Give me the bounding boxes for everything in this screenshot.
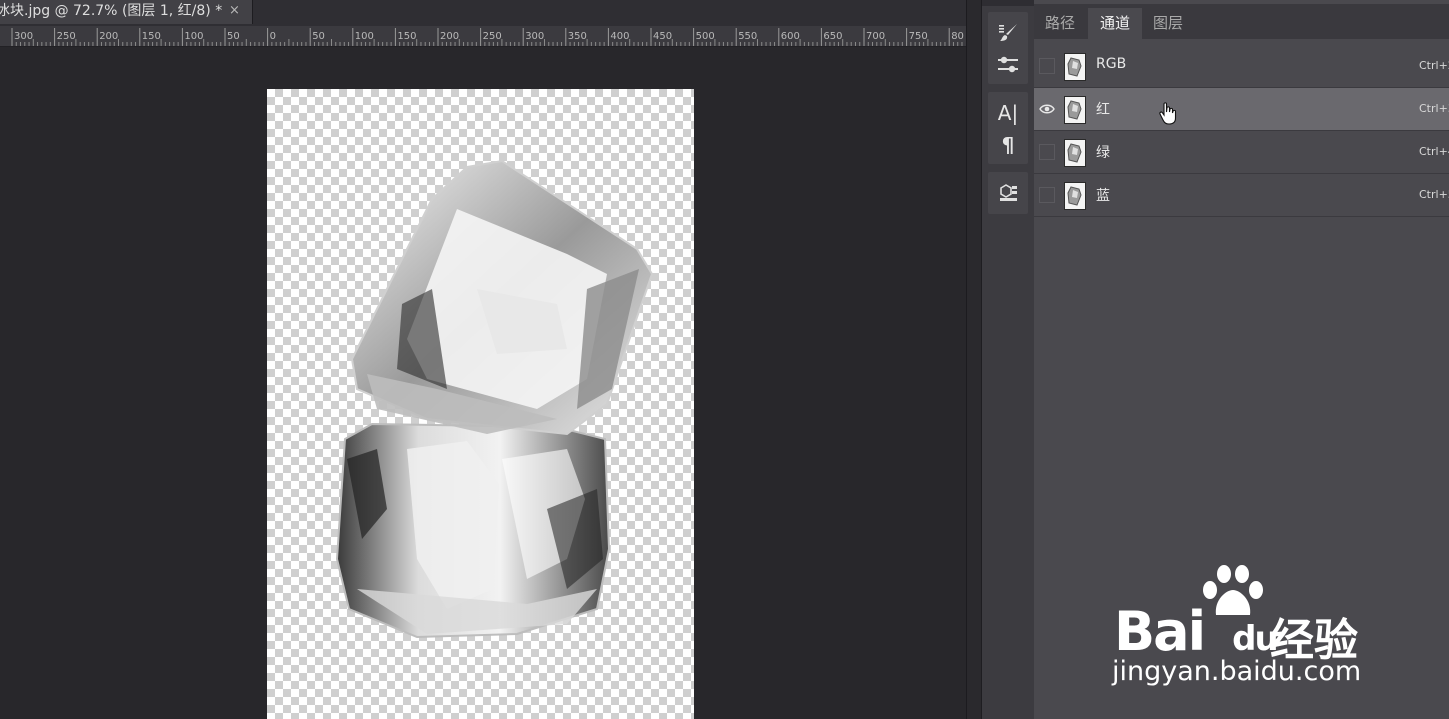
- channel-row-blue[interactable]: 蓝 Ctrl+5: [1034, 174, 1449, 217]
- visibility-toggle[interactable]: [1039, 144, 1055, 160]
- tab-channels[interactable]: 通道: [1088, 8, 1142, 39]
- ruler-label: 400: [610, 31, 629, 42]
- channel-shortcut: Ctrl+4: [1419, 145, 1449, 158]
- ruler-label: 150: [142, 31, 161, 42]
- document-tab-bar: 冰块.jpg @ 72.7% (图层 1, 红/8) * ×: [0, 0, 980, 26]
- ruler-label: 200: [99, 31, 118, 42]
- document-tab[interactable]: 冰块.jpg @ 72.7% (图层 1, 红/8) * ×: [0, 0, 253, 24]
- character-icon[interactable]: A|: [988, 98, 1028, 128]
- channel-name: RGB: [1096, 56, 1127, 72]
- tab-layers[interactable]: 图层: [1142, 8, 1194, 39]
- vertical-scrollbar[interactable]: [966, 0, 981, 719]
- visibility-toggle[interactable]: [1039, 58, 1055, 74]
- ruler-label: 450: [653, 31, 672, 42]
- ruler-label: 500: [696, 31, 715, 42]
- 3d-icon[interactable]: [988, 178, 1028, 208]
- ruler-label: 50: [312, 31, 325, 42]
- ruler-label: 550: [738, 31, 757, 42]
- watermark-url: jingyan.baidu.com: [1112, 656, 1362, 687]
- channel-row-red[interactable]: 红 Ctrl+3: [1034, 88, 1449, 131]
- baidu-jingyan-watermark: Bai du 经验 jingyan.baidu.com: [1110, 560, 1410, 690]
- ruler-label: 100: [184, 31, 203, 42]
- panel-icon-strip: A| ¶: [981, 0, 1035, 719]
- ice-cubes-image: [335, 159, 654, 639]
- channel-name: 蓝: [1096, 188, 1110, 204]
- watermark-bai: Bai du: [1114, 600, 1279, 663]
- adjustments-icon[interactable]: [988, 50, 1028, 80]
- ruler-label: 250: [57, 31, 76, 42]
- ruler-label: 650: [823, 31, 842, 42]
- horizontal-ruler[interactable]: 300 250 200 150 100 50 0 50 100 150 200 250 300 350 40…: [0, 26, 966, 47]
- channel-thumbnail: [1064, 96, 1086, 124]
- tool-group-3: [988, 172, 1028, 214]
- ruler-label: 80: [951, 31, 964, 42]
- ruler-label: 300: [14, 31, 33, 42]
- ruler-label: 250: [483, 31, 502, 42]
- ruler-ticks: 300 250 200 150 100 50 0 50 100 150 200 250 300 350 40…: [11, 28, 964, 46]
- document-canvas[interactable]: [267, 89, 694, 719]
- channel-thumbnail: [1064, 182, 1086, 210]
- hand-cursor-icon: [1158, 102, 1178, 130]
- brush-settings-icon[interactable]: [988, 18, 1028, 48]
- document-tab-title: 冰块.jpg @ 72.7% (图层 1, 红/8) *: [0, 3, 223, 19]
- paragraph-icon[interactable]: ¶: [988, 130, 1028, 160]
- ruler-label: 150: [397, 31, 416, 42]
- tab-paths[interactable]: 路径: [1034, 8, 1086, 39]
- eye-icon[interactable]: [1039, 101, 1055, 117]
- ruler-label: 350: [568, 31, 587, 42]
- ruler-label: 0: [270, 31, 276, 42]
- channel-shortcut: Ctrl+5: [1419, 188, 1449, 201]
- ruler-label: 600: [781, 31, 800, 42]
- close-icon[interactable]: ×: [229, 0, 240, 22]
- ruler-label: 300: [525, 31, 544, 42]
- channel-thumbnail: [1064, 139, 1086, 167]
- visibility-toggle[interactable]: [1039, 187, 1055, 203]
- channel-row-rgb[interactable]: RGB Ctrl+2: [1034, 45, 1449, 88]
- ruler-label: 750: [909, 31, 928, 42]
- tool-group-2: A| ¶: [988, 92, 1028, 164]
- channel-row-green[interactable]: 绿 Ctrl+4: [1034, 131, 1449, 174]
- channel-shortcut: Ctrl+2: [1419, 59, 1449, 72]
- ruler-label: 200: [440, 31, 459, 42]
- ruler-label: 700: [866, 31, 885, 42]
- channel-name: 红: [1096, 102, 1110, 118]
- channel-shortcut: Ctrl+3: [1419, 102, 1449, 115]
- tool-group-1: [988, 12, 1028, 84]
- ruler-label: 50: [227, 31, 240, 42]
- channel-name: 绿: [1096, 145, 1110, 161]
- channel-thumbnail: [1064, 53, 1086, 81]
- panel-tab-bar: 路径 通道 图层: [1034, 4, 1449, 39]
- panel-grip[interactable]: [982, 0, 1034, 6]
- ruler-label: 100: [355, 31, 374, 42]
